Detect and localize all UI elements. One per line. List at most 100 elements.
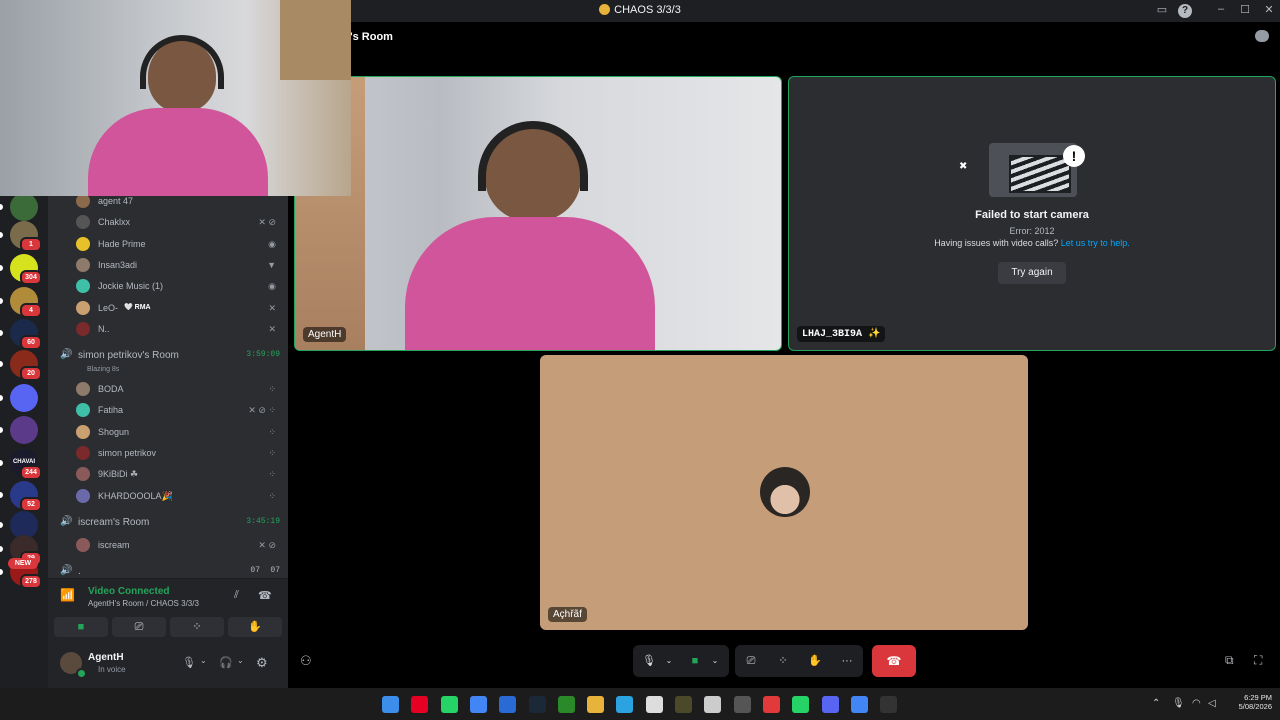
activities-icon[interactable]: ⁘ bbox=[773, 651, 793, 671]
screen-share-button[interactable]: ⎚ bbox=[112, 617, 166, 637]
member-name: Fatiha bbox=[98, 405, 124, 416]
taskbar: ⌃ 🎙 ◠ ◁ 6:29 PM 5/08/2026 bbox=[0, 688, 1280, 720]
app-icon[interactable] bbox=[733, 696, 751, 713]
telegram-icon[interactable] bbox=[616, 696, 634, 713]
member-item[interactable]: N.. ✕ bbox=[76, 319, 282, 339]
help-line: Having issues with video calls? Let us t… bbox=[934, 238, 1130, 248]
headphones-icon[interactable]: 🎧 bbox=[219, 656, 233, 669]
mic-options-chevron-icon[interactable]: ⌄ bbox=[659, 651, 679, 671]
activities-button[interactable]: ⁘ bbox=[170, 617, 224, 637]
soundboard-button[interactable]: ✋ bbox=[228, 617, 282, 637]
taskbar-clock[interactable]: 6:29 PM 5/08/2026 bbox=[1226, 693, 1272, 711]
member-status-icon: ◉ bbox=[268, 238, 276, 249]
member-status-icon: ⁘ bbox=[268, 447, 276, 458]
chat-icon[interactable] bbox=[1255, 30, 1269, 42]
screen-share-icon[interactable]: ⎚ bbox=[741, 651, 761, 671]
hang-up-button[interactable]: ☎ bbox=[872, 645, 916, 677]
mention-badge: 1 bbox=[20, 237, 42, 252]
member-item[interactable]: Hade Prime ◉ bbox=[76, 234, 282, 254]
chrome-icon[interactable] bbox=[850, 696, 868, 713]
headphones-icon bbox=[478, 121, 588, 191]
avatar bbox=[76, 488, 90, 503]
member-name: Insan3adi bbox=[98, 259, 138, 270]
maximize-button[interactable]: ☐ bbox=[1237, 3, 1253, 16]
minimize-button[interactable]: – bbox=[1213, 3, 1229, 15]
member-item[interactable]: simon petrikov ⁘ bbox=[76, 443, 282, 463]
discord-icon[interactable] bbox=[821, 696, 839, 713]
member-item[interactable]: KHARDOOOLA🎉 ⁘ bbox=[76, 486, 282, 506]
member-item[interactable]: Chaklxx ✕ ⊘ bbox=[76, 212, 282, 232]
chrome-icon[interactable] bbox=[469, 696, 487, 713]
camera-button[interactable]: ■ bbox=[54, 617, 108, 637]
popout-icon[interactable]: ⧉ bbox=[1225, 653, 1234, 668]
member-item[interactable]: Shogun ⁘ bbox=[76, 422, 282, 442]
avatar bbox=[76, 257, 90, 272]
calendar-icon[interactable] bbox=[645, 696, 663, 713]
audio-tile[interactable]: Açhřãf bbox=[540, 355, 1028, 630]
wifi-icon[interactable]: ◠ bbox=[1192, 698, 1201, 709]
self-video-tile[interactable]: AgentH bbox=[294, 76, 782, 351]
close-button[interactable]: ✕ bbox=[1261, 3, 1277, 16]
member-item[interactable]: Jockie Music (1) ◉ bbox=[76, 276, 282, 296]
voice-channel[interactable]: 🔊 simon petrikov's Room 3:59:09 bbox=[58, 346, 280, 366]
server-icon[interactable] bbox=[10, 384, 38, 412]
server-icon[interactable] bbox=[10, 416, 38, 444]
error-code: Error: 2012 bbox=[1009, 226, 1055, 236]
check-icon[interactable] bbox=[704, 696, 722, 713]
member-item[interactable]: BODA ⁘ bbox=[76, 379, 282, 399]
store-icon[interactable] bbox=[499, 696, 517, 713]
participant-name: AgentH bbox=[303, 327, 347, 342]
camera-options-chevron-icon[interactable]: ⌄ bbox=[705, 651, 725, 671]
chevron-down-icon[interactable]: ⌄ bbox=[237, 656, 244, 665]
fullscreen-icon[interactable]: ⛶ bbox=[1254, 653, 1262, 668]
settings-gear-icon[interactable]: ⚙ bbox=[256, 655, 268, 671]
failed-camera-tile[interactable]: ! ✖ Failed to start camera Error: 2012 H… bbox=[788, 76, 1276, 351]
member-item[interactable]: LeO- 🤍 RMA ✕ bbox=[76, 298, 282, 318]
volume-icon[interactable]: ◁ bbox=[1208, 698, 1216, 709]
member-status-icon: ✕ bbox=[268, 323, 276, 334]
folder-icon[interactable] bbox=[587, 696, 605, 713]
avatar bbox=[76, 538, 90, 552]
obs-icon[interactable] bbox=[880, 696, 898, 713]
terminal-icon[interactable] bbox=[557, 696, 575, 713]
help-link[interactable]: Let us try to help. bbox=[1061, 238, 1130, 248]
app-icon[interactable] bbox=[675, 696, 692, 713]
more-options-icon[interactable]: ··· bbox=[837, 651, 857, 671]
person-shirt bbox=[405, 217, 655, 350]
steam-icon[interactable] bbox=[528, 696, 546, 713]
member-item[interactable]: iscream ✕ ⊘ bbox=[76, 535, 282, 555]
anydesk-icon[interactable] bbox=[762, 696, 780, 713]
server-icon[interactable] bbox=[10, 193, 38, 221]
microphone-icon[interactable]: 🎙 bbox=[182, 656, 196, 669]
whatsapp-icon[interactable] bbox=[792, 696, 810, 713]
mention-badge: 4 bbox=[20, 303, 42, 318]
voice-channel[interactable]: 🔊 iscream's Room 3:45:19 bbox=[58, 513, 280, 533]
avatar bbox=[76, 321, 90, 336]
voice-status[interactable]: Video Connected bbox=[88, 586, 170, 597]
help-icon[interactable]: ? bbox=[1178, 4, 1192, 18]
whatsapp-icon[interactable] bbox=[440, 696, 458, 713]
microphone-icon[interactable]: 🎙 bbox=[639, 651, 659, 671]
pinterest-icon[interactable] bbox=[411, 696, 429, 713]
member-item[interactable]: 9KiBiDi ☘ ⁘ bbox=[76, 464, 282, 484]
online-status-icon bbox=[76, 668, 87, 679]
member-status-icon: ✕ ⊘ ⁘ bbox=[248, 405, 276, 416]
signal-icon: 📶 bbox=[60, 588, 75, 602]
chevron-up-icon[interactable]: ⌃ bbox=[1152, 698, 1160, 709]
member-item[interactable]: Fatiha ✕ ⊘ ⁘ bbox=[76, 400, 282, 420]
soundboard-icon[interactable]: ✋ bbox=[805, 651, 825, 671]
inbox-icon[interactable]: ▭ bbox=[1154, 3, 1170, 16]
try-again-button[interactable]: Try again bbox=[998, 262, 1066, 284]
disconnect-icon[interactable]: ☎ bbox=[258, 589, 272, 602]
add-user-icon[interactable]: ⚇ bbox=[300, 653, 316, 669]
camera-icon[interactable]: ■ bbox=[685, 651, 705, 671]
avatar bbox=[76, 382, 90, 396]
mention-badge: 278 bbox=[20, 574, 42, 589]
chevron-down-icon[interactable]: ⌄ bbox=[200, 656, 207, 665]
member-name: Hade Prime bbox=[98, 238, 146, 249]
microphone-icon[interactable]: 🎙 bbox=[1172, 698, 1185, 709]
start-icon[interactable] bbox=[382, 696, 399, 713]
noise-suppression-icon[interactable]: ⫽ bbox=[234, 589, 239, 602]
voice-location[interactable]: AgentH's Room / CHAOS 3/3/3 bbox=[88, 599, 199, 608]
member-item[interactable]: Insan3adi ▼ bbox=[76, 255, 282, 275]
